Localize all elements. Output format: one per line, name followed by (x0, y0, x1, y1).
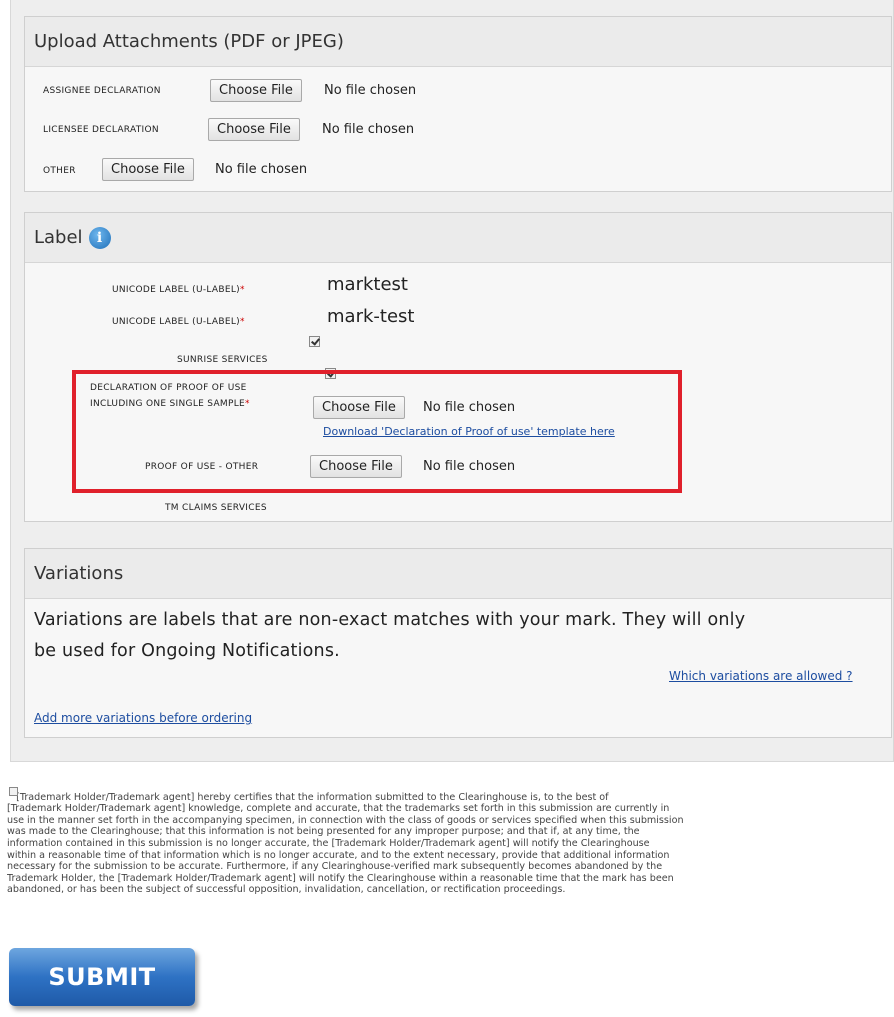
add-more-variations-link[interactable]: Add more variations before ordering (34, 711, 252, 725)
info-icon[interactable]: i (88, 226, 111, 249)
label-title: Label (34, 227, 83, 248)
declaration-line: use in the manner set forth in the accom… (7, 814, 684, 826)
upload-attachments-panel: Upload Attachments (PDF or JPEG) ASSIGNE… (24, 16, 892, 192)
submit-button[interactable]: SUBMIT (9, 948, 201, 1014)
submit-button-label: SUBMIT (9, 948, 195, 1006)
other-choose-file-button[interactable]: Choose File (102, 158, 194, 181)
licensee-declaration-label: LICENSEE DECLARATION (43, 125, 159, 135)
variations-description-line1: Variations are labels that are non-exact… (34, 610, 746, 630)
u-label-2-label: UNICODE LABEL (U-LABEL)* (112, 317, 245, 327)
other-file-status: No file chosen (215, 162, 308, 177)
declaration-line: within a reasonable time of that informa… (7, 849, 670, 861)
declaration-line: [Trademark Holder/Trademark agent] hereb… (7, 791, 609, 803)
declaration-text: [Trademark Holder/Trademark agent] hereb… (7, 780, 893, 908)
declaration-line: abandoned, or has been the subject of su… (7, 884, 566, 896)
licensee-choose-file-button[interactable]: Choose File (208, 118, 300, 141)
which-variations-allowed-link[interactable]: Which variations are allowed ? (669, 669, 853, 683)
assignee-declaration-label: ASSIGNEE DECLARATION (43, 86, 161, 96)
u-label-1-label: UNICODE LABEL (U-LABEL)* (112, 285, 245, 295)
other-label: OTHER (43, 166, 76, 176)
variations-panel: Variations Variations are labels that ar… (24, 548, 892, 738)
licensee-file-status: No file chosen (322, 122, 415, 137)
proof-of-use-highlight-box (72, 370, 682, 493)
tm-claims-services-label: TM CLAIMS SERVICES (165, 503, 267, 513)
u-label-1-checkbox[interactable] (309, 336, 320, 347)
upload-attachments-title: Upload Attachments (PDF or JPEG) (25, 17, 891, 67)
sunrise-services-label: SUNRISE SERVICES (177, 355, 268, 365)
declaration-line: Trademark Holder, the [Trademark Holder/… (7, 872, 674, 884)
variations-title: Variations (25, 549, 891, 599)
assignee-choose-file-button[interactable]: Choose File (210, 79, 302, 102)
variations-description-line2: be used for Ongoing Notifications. (34, 641, 340, 661)
u-label-1-value: marktest (327, 274, 408, 295)
label-panel-header: Label i (25, 213, 891, 263)
declaration-line: necessary for the submission to be accur… (7, 861, 663, 873)
declaration-line: [Trademark Holder/Trademark agent] knowl… (7, 803, 670, 815)
assignee-file-status: No file chosen (324, 83, 417, 98)
declaration-checkbox[interactable] (9, 787, 18, 796)
declaration-line: information contained in this submission… (7, 837, 650, 849)
u-label-2-value: mark-test (327, 306, 415, 327)
declaration-line: was made to the Clearinghouse; that this… (7, 826, 640, 838)
